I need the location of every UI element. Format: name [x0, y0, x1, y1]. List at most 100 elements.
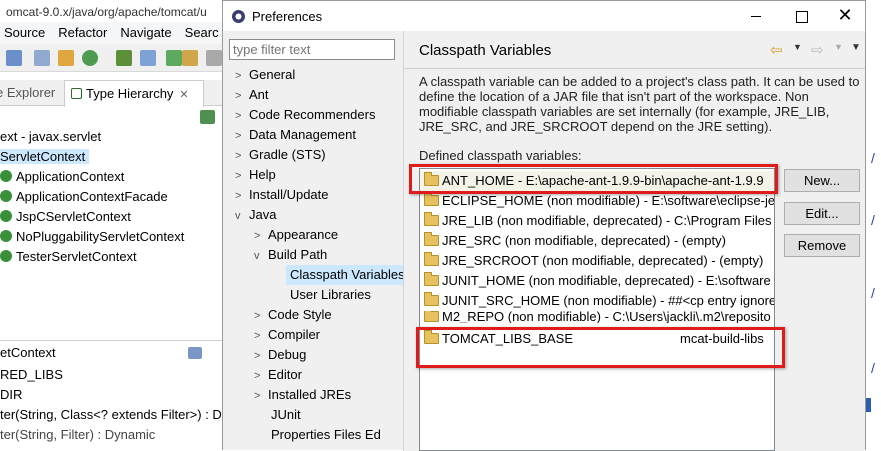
close-icon[interactable]: ✕: [179, 89, 188, 101]
toolbar-icon[interactable]: [140, 50, 156, 66]
tree-item-properties-files-editor[interactable]: Properties Files Ed: [271, 425, 381, 445]
hierarchy-header: ext - javax.servlet: [0, 129, 102, 144]
chevron-down-icon[interactable]: ▼: [793, 42, 802, 52]
toolbar-icon[interactable]: [166, 50, 182, 66]
editor-glyph: /: [871, 212, 875, 228]
chevron-right-icon[interactable]: >: [235, 66, 249, 86]
tree-item-code-style[interactable]: > Code Style: [254, 305, 332, 325]
chevron-right-icon[interactable]: >: [254, 326, 268, 346]
list-item[interactable]: JRE_LIB (non modifiable, deprecated) - C…: [420, 211, 774, 231]
chevron-down-icon[interactable]: v: [254, 246, 268, 266]
chevron-right-icon[interactable]: >: [235, 146, 249, 166]
tree-item-help[interactable]: > Help: [235, 165, 276, 185]
tab-type-hierarchy[interactable]: Type Hierarchy ✕: [64, 80, 204, 107]
variables-label: Defined classpath variables:: [419, 148, 582, 163]
tree-item-general[interactable]: > General: [235, 65, 295, 85]
chevron-right-icon[interactable]: >: [254, 346, 268, 366]
minimize-button[interactable]: [733, 1, 779, 31]
close-button[interactable]: ✕: [825, 1, 865, 31]
toolbar-icon[interactable]: [82, 50, 98, 66]
tree-item-data-management[interactable]: > Data Management: [235, 125, 356, 145]
toolbar-icon[interactable]: [34, 50, 50, 66]
menu-search[interactable]: Searc: [185, 25, 219, 40]
toolbar-icon[interactable]: [6, 50, 22, 66]
chevron-right-icon[interactable]: >: [254, 366, 268, 386]
tree-item-junit[interactable]: JUnit: [271, 405, 301, 425]
back-arrow-icon[interactable]: ⇦: [770, 41, 786, 59]
edit-button[interactable]: Edit...: [784, 202, 860, 225]
background-eclipse-window: omcat-9.0.x/java/org/apache/tomcat/u Sou…: [0, 0, 225, 450]
menu-navigate[interactable]: Navigate: [120, 25, 171, 40]
tree-item-compiler[interactable]: > Compiler: [254, 325, 320, 345]
list-item[interactable]: JspCServletContext: [0, 209, 131, 224]
chevron-down-icon[interactable]: ▼: [834, 42, 843, 52]
list-item[interactable]: ECLIPSE_HOME (non modifiable) - E:\softw…: [420, 191, 774, 211]
folder-icon: [424, 192, 439, 206]
tree-item-debug[interactable]: > Debug: [254, 345, 306, 365]
dialog-title: Preferences: [252, 9, 323, 24]
chevron-down-icon[interactable]: v: [235, 206, 249, 226]
list-item[interactable]: TesterServletContext: [0, 249, 137, 264]
folder-icon: [424, 311, 439, 322]
toolbar-icon[interactable]: [116, 50, 132, 66]
list-item[interactable]: JUNIT_HOME (non modifiable, deprecated) …: [420, 271, 774, 291]
hierarchy-toolbar-icon[interactable]: [200, 110, 215, 124]
list-item[interactable]: NoPluggabilityServletContext: [0, 229, 184, 244]
outline-item[interactable]: ter(String, Class<? extends Filter>) : D…: [0, 407, 225, 422]
list-item[interactable]: JUNIT_SRC_HOME (non modifiable) - ##<cp …: [420, 291, 774, 311]
chevron-right-icon[interactable]: >: [235, 166, 249, 186]
tree-item-ant[interactable]: > Ant: [235, 85, 269, 105]
hierarchy-root[interactable]: ServletContext: [0, 149, 90, 164]
maximize-button[interactable]: [779, 1, 825, 31]
list-item[interactable]: M2_REPO (non modifiable) - C:\Users\jack…: [420, 311, 774, 323]
list-item[interactable]: ApplicationContextFacade: [0, 189, 168, 204]
chevron-right-icon[interactable]: >: [254, 306, 268, 326]
list-item-tomcat-libs-base[interactable]: TOMCAT_LIBS_BASE mcat-build-libs: [420, 329, 774, 349]
toolbar-icon[interactable]: [182, 50, 198, 66]
menu-refactor[interactable]: Refactor: [58, 25, 107, 40]
tree-item-classpath-variables[interactable]: Classpath Variables: [286, 265, 403, 285]
chevron-right-icon[interactable]: >: [235, 126, 249, 146]
tree-item-build-path[interactable]: v Build Path: [254, 245, 327, 265]
outline-item[interactable]: ter(String, Filter) : Dynamic: [0, 427, 155, 442]
tree-item-java[interactable]: v Java: [235, 205, 276, 225]
tab-package-explorer[interactable]: e Explorer: [0, 85, 55, 100]
tree-item-code-recommenders[interactable]: > Code Recommenders: [235, 105, 375, 125]
list-item[interactable]: ANT_HOME - E:\apache-ant-1.9.9-bin\apach…: [420, 171, 774, 191]
forward-arrow-icon[interactable]: ⇨: [811, 41, 827, 59]
dialog-titlebar[interactable]: Preferences ✕: [223, 1, 865, 31]
tree-item-install-update[interactable]: > Install/Update: [235, 185, 329, 205]
list-item[interactable]: ApplicationContext: [0, 169, 124, 184]
folder-icon: [424, 330, 439, 344]
remove-button[interactable]: Remove: [784, 234, 860, 257]
toolbar-icon[interactable]: [58, 50, 74, 66]
page-title: Classpath Variables: [419, 42, 552, 59]
editor-glyph: /: [871, 150, 875, 166]
class-icon: [0, 230, 12, 242]
tree-item-user-libraries[interactable]: User Libraries: [290, 285, 371, 305]
chevron-right-icon[interactable]: >: [235, 106, 249, 126]
tab-label: Type Hierarchy: [86, 86, 174, 101]
list-item[interactable]: JRE_SRCROOT (non modifiable, deprecated)…: [420, 251, 774, 271]
folder-icon: [424, 172, 439, 186]
editor-glyph: /: [871, 285, 875, 301]
outline-toolbar-icon[interactable]: [188, 347, 202, 359]
outline-item[interactable]: RED_LIBS: [0, 367, 63, 382]
classpath-variables-list[interactable]: ANT_HOME - E:\apache-ant-1.9.9-bin\apach…: [419, 168, 775, 451]
tree-item-installed-jres[interactable]: > Installed JREs: [254, 385, 351, 405]
new-button[interactable]: New...: [784, 169, 860, 192]
tree-item-gradle[interactable]: > Gradle (STS): [235, 145, 326, 165]
filter-input[interactable]: [229, 39, 395, 60]
chevron-right-icon[interactable]: >: [254, 386, 268, 406]
folder-icon: [424, 212, 439, 226]
chevron-right-icon[interactable]: >: [235, 86, 249, 106]
chevron-right-icon[interactable]: >: [254, 226, 268, 246]
tree-item-appearance[interactable]: > Appearance: [254, 225, 338, 245]
toolbar-icon[interactable]: [206, 50, 222, 66]
menu-source[interactable]: Source: [4, 25, 45, 40]
chevron-right-icon[interactable]: >: [235, 186, 249, 206]
outline-item[interactable]: DIR: [0, 387, 22, 402]
view-menu-icon[interactable]: ▼: [851, 42, 861, 53]
tree-item-editor[interactable]: > Editor: [254, 365, 302, 385]
list-item[interactable]: JRE_SRC (non modifiable, deprecated) - (…: [420, 231, 774, 251]
